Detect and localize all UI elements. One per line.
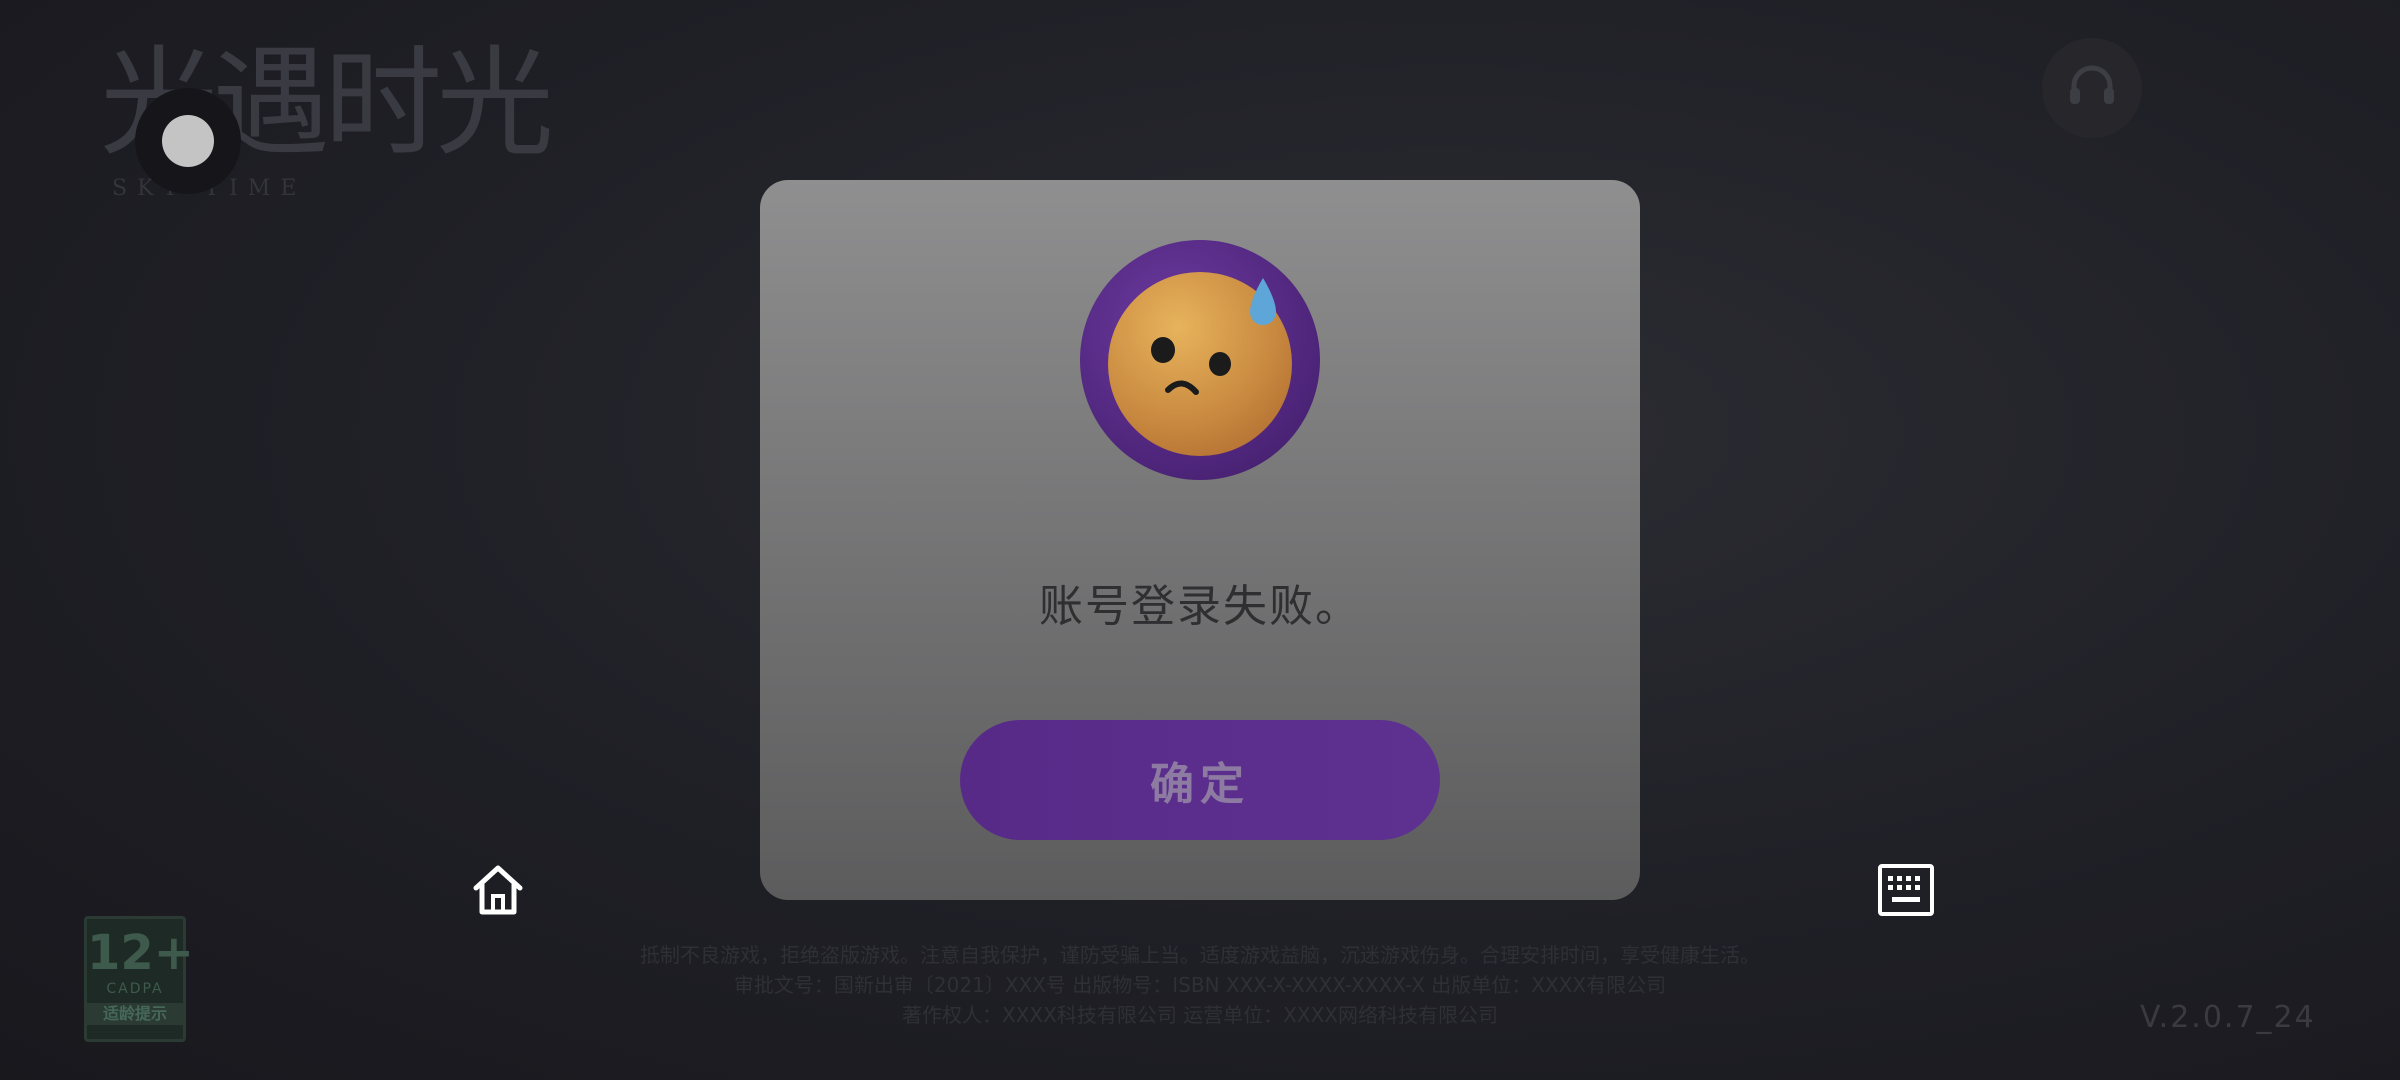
notice-line: 抵制不良游戏，拒绝盗版游戏。注意自我保护，谨防受骗上当。适度游戏益脑，沉迷游戏伤… <box>640 943 1760 967</box>
health-gaming-notice: 抵制不良游戏，拒绝盗版游戏。注意自我保护，谨防受骗上当。适度游戏益脑，沉迷游戏伤… <box>430 940 1970 1030</box>
notice-line: 著作权人：XXXX科技有限公司 运营单位：XXXX网络科技有限公司 <box>902 1003 1498 1027</box>
sweat-sad-face-icon <box>1108 272 1292 456</box>
dialog-message: 账号登录失败。 <box>1039 581 1361 632</box>
home-button[interactable] <box>468 860 528 920</box>
home-icon <box>473 865 523 915</box>
customer-support-button[interactable] <box>2042 38 2142 138</box>
age-rating-tip: 适龄提示 <box>87 1003 183 1025</box>
age-rating-value: 12+ <box>87 925 195 981</box>
keyboard-button[interactable] <box>1876 860 1936 920</box>
version-label: V.2.0.7_24 <box>2140 1000 2316 1035</box>
floating-assistant-ball[interactable] <box>135 88 241 194</box>
headset-icon <box>2070 65 2114 104</box>
emoji-features <box>1151 278 1276 395</box>
floating-ball-dot <box>162 115 214 167</box>
keyboard-icon <box>1878 864 1934 916</box>
confirm-button[interactable]: 确定 <box>960 720 1440 840</box>
login-failed-dialog: 账号登录失败。 确定 <box>760 180 1640 900</box>
notice-line: 审批文号：国新出审〔2021〕XXX号 出版物号：ISBN XXX-X-XXXX… <box>733 973 1667 997</box>
age-rating-badge: 12+ CADPA 适龄提示 <box>84 916 195 1042</box>
dialog-avatar <box>1080 240 1320 480</box>
age-rating-org: CADPA <box>106 981 164 997</box>
